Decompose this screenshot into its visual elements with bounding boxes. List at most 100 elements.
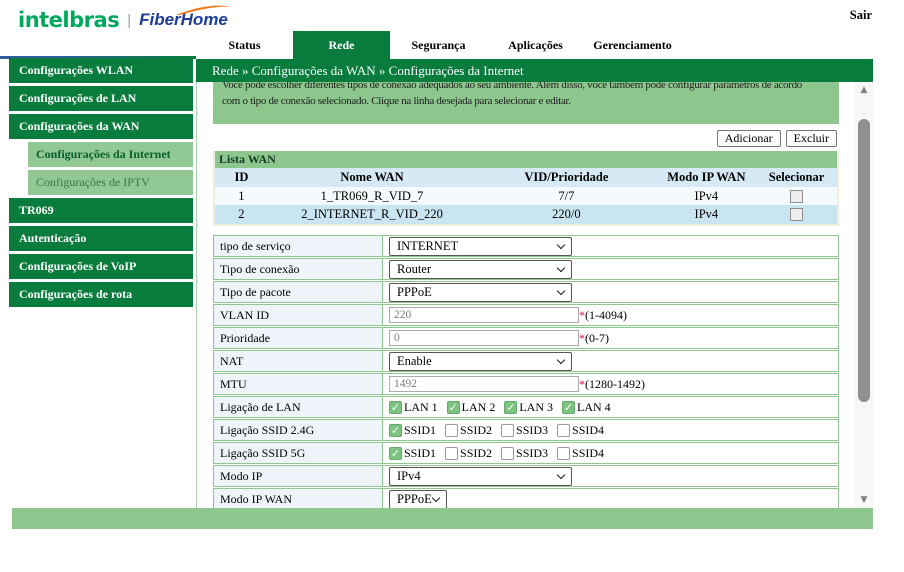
ssid-24g-binding-option-ssid2[interactable]: SSID2 (445, 423, 492, 438)
table-row[interactable]: 22_INTERNET_R_VID_220220/0IPv4 (215, 205, 837, 224)
unchecked-checkbox[interactable] (501, 424, 514, 437)
lan-binding-option-lan-2[interactable]: ✓LAN 2 (447, 400, 496, 415)
lan-binding-option-label: LAN 2 (462, 400, 496, 415)
vertical-scrollbar[interactable]: ▲ ▼ (855, 82, 873, 508)
ssid-24g-binding-option-label: SSID4 (572, 423, 604, 438)
service-type-select[interactable]: INTERNET (389, 237, 572, 256)
column-header-nome-wan: Nome WAN (268, 170, 476, 185)
packet-type-select[interactable]: PPPoE (389, 283, 572, 302)
unchecked-checkbox[interactable] (445, 424, 458, 437)
tab-gerenciamento[interactable]: Gerenciamento (584, 31, 681, 59)
content-panel: Você pode escolher diferentes tipos de c… (196, 82, 873, 508)
main-nav-tabs: StatusRedeSegurançaAplicaçõesGerenciamen… (196, 31, 856, 59)
checked-checkbox[interactable]: ✓ (389, 447, 402, 460)
wan-cell-ip_mode: IPv4 (657, 189, 757, 204)
row-select-checkbox[interactable] (790, 208, 803, 221)
form-row-ssid-5g-binding: Ligação SSID 5G✓SSID1SSID2SSID3SSID4 (213, 442, 839, 464)
wan-list-title: Lista WAN (215, 151, 837, 168)
sidebar-item-configuracoes-de-iptv[interactable]: Configurações de IPTV (28, 170, 193, 195)
vlan-id-range-hint: (1-4094) (585, 308, 627, 323)
unchecked-checkbox[interactable] (445, 447, 458, 460)
ssid-5g-binding-option-ssid4[interactable]: SSID4 (557, 446, 604, 461)
sidebar-menu: Configurações WLAN Configurações de LAN Co… (9, 58, 193, 310)
ssid-24g-binding-label: Ligação SSID 2.4G (214, 420, 383, 440)
sidebar-item-autenticacao[interactable]: Autenticação (9, 226, 193, 251)
scrollbar-thumb[interactable] (858, 119, 870, 402)
connection-type-select[interactable]: Router (389, 260, 572, 279)
wan-cell-ip_mode: IPv4 (657, 207, 757, 222)
router-admin-page: intelbras | FiberHome Sair StatusRedeSeg… (0, 0, 904, 572)
sidebar-item-tr069[interactable]: TR069 (9, 198, 193, 223)
ssid-24g-binding-option-ssid4[interactable]: SSID4 (557, 423, 604, 438)
ssid-5g-binding-option-ssid3[interactable]: SSID3 (501, 446, 548, 461)
vlan-id-input[interactable]: 220 (389, 307, 579, 323)
sidebar-item-configuracoes-da-wan[interactable]: Configurações da WAN (9, 114, 193, 139)
tab-status[interactable]: Status (196, 31, 293, 59)
lan-binding-option-lan-3[interactable]: ✓LAN 3 (504, 400, 553, 415)
tab-aplicacoes[interactable]: Aplicações (487, 31, 584, 59)
form-row-wan-ip-mode: Modo IP WANPPPoE (213, 488, 839, 508)
chevron-down-icon (432, 493, 440, 501)
add-button[interactable]: Adicionar (717, 130, 781, 147)
lan-binding-option-lan-4[interactable]: ✓LAN 4 (562, 400, 611, 415)
swoosh-icon (174, 4, 236, 16)
ssid-5g-binding-option-ssid1[interactable]: ✓SSID1 (389, 446, 436, 461)
sidebar-item-configuracoes-de-voip[interactable]: Configurações de VoIP (9, 254, 193, 279)
connection-type-selected-option: Router (397, 262, 431, 277)
sidebar-item-configuracoes-da-internet[interactable]: Configurações da Internet (28, 142, 193, 167)
column-header-modo-ip-wan: Modo IP WAN (657, 170, 757, 185)
wan-list-table: Lista WAN IDNome WANVID/PrioridadeModo I… (213, 151, 839, 226)
form-row-ip-mode: Modo IPIPv4 (213, 465, 839, 487)
row-select-checkbox[interactable] (790, 190, 803, 203)
unchecked-checkbox[interactable] (557, 424, 570, 437)
ssid-24g-binding-option-ssid1[interactable]: ✓SSID1 (389, 423, 436, 438)
unchecked-checkbox[interactable] (557, 447, 570, 460)
unchecked-checkbox[interactable] (501, 447, 514, 460)
mtu-input[interactable]: 1492 (389, 376, 579, 392)
lan-binding-value-cell: ✓LAN 1✓LAN 2✓LAN 3✓LAN 4 (383, 397, 838, 417)
packet-type-value-cell: PPPoE (383, 282, 838, 302)
ssid-5g-binding-value-cell: ✓SSID1 SSID2 SSID3 SSID4 (383, 443, 838, 463)
checked-checkbox[interactable]: ✓ (447, 401, 460, 414)
checked-checkbox[interactable]: ✓ (389, 401, 402, 414)
tab-seguranca[interactable]: Segurança (390, 31, 487, 59)
logo-separator: | (127, 12, 131, 29)
lan-binding-option-label: LAN 3 (519, 400, 553, 415)
wan-cell-select (756, 190, 837, 203)
sidebar-item-configuracoes-wlan[interactable]: Configurações WLAN (9, 58, 193, 83)
form-row-lan-binding: Ligação de LAN✓LAN 1✓LAN 2✓LAN 3✓LAN 4 (213, 396, 839, 418)
scroll-down-icon[interactable]: ▼ (855, 494, 873, 506)
wan-cell-id: 2 (215, 207, 268, 222)
lan-binding-option-lan-1[interactable]: ✓LAN 1 (389, 400, 438, 415)
logout-link[interactable]: Sair (850, 8, 872, 23)
wan-cell-vid_priority: 220/0 (476, 207, 656, 222)
ssid-24g-binding-option-label: SSID1 (404, 423, 436, 438)
ssid-5g-binding-option-label: SSID4 (572, 446, 604, 461)
priority-input[interactable]: 0 (389, 330, 579, 346)
brand-logo: intelbras | FiberHome (18, 8, 228, 32)
nat-select[interactable]: Enable (389, 352, 572, 371)
nat-label: NAT (214, 351, 383, 371)
ip-mode-value-cell: IPv4 (383, 466, 838, 486)
mtu-value-cell: 1492*(1280-1492) (383, 374, 838, 394)
ip-mode-select[interactable]: IPv4 (389, 467, 572, 486)
sidebar-item-configuracoes-de-lan[interactable]: Configurações de LAN (9, 86, 193, 111)
wan-ip-mode-select[interactable]: PPPoE (389, 490, 447, 509)
tab-rede[interactable]: Rede (293, 31, 390, 59)
ssid-24g-binding-option-label: SSID3 (516, 423, 548, 438)
wan-cell-select (756, 208, 837, 221)
page-description: Você pode escolher diferentes tipos de c… (213, 82, 839, 124)
table-row[interactable]: 11_TR069_R_VID_77/7IPv4 (215, 187, 837, 205)
description-line-1: Você pode escolher diferentes tipos de c… (213, 82, 839, 93)
delete-button[interactable]: Excluir (786, 130, 837, 147)
sidebar-item-configuracoes-de-rota[interactable]: Configurações de rota (9, 282, 193, 307)
ssid-5g-binding-group: ✓SSID1 SSID2 SSID3 SSID4 (389, 446, 604, 461)
ssid-24g-binding-option-ssid3[interactable]: SSID3 (501, 423, 548, 438)
ssid-5g-binding-option-ssid2[interactable]: SSID2 (445, 446, 492, 461)
checked-checkbox[interactable]: ✓ (504, 401, 517, 414)
checked-checkbox[interactable]: ✓ (389, 424, 402, 437)
packet-type-selected-option: PPPoE (397, 285, 432, 300)
mtu-label: MTU (214, 374, 383, 394)
scroll-up-icon[interactable]: ▲ (855, 84, 873, 96)
checked-checkbox[interactable]: ✓ (562, 401, 575, 414)
